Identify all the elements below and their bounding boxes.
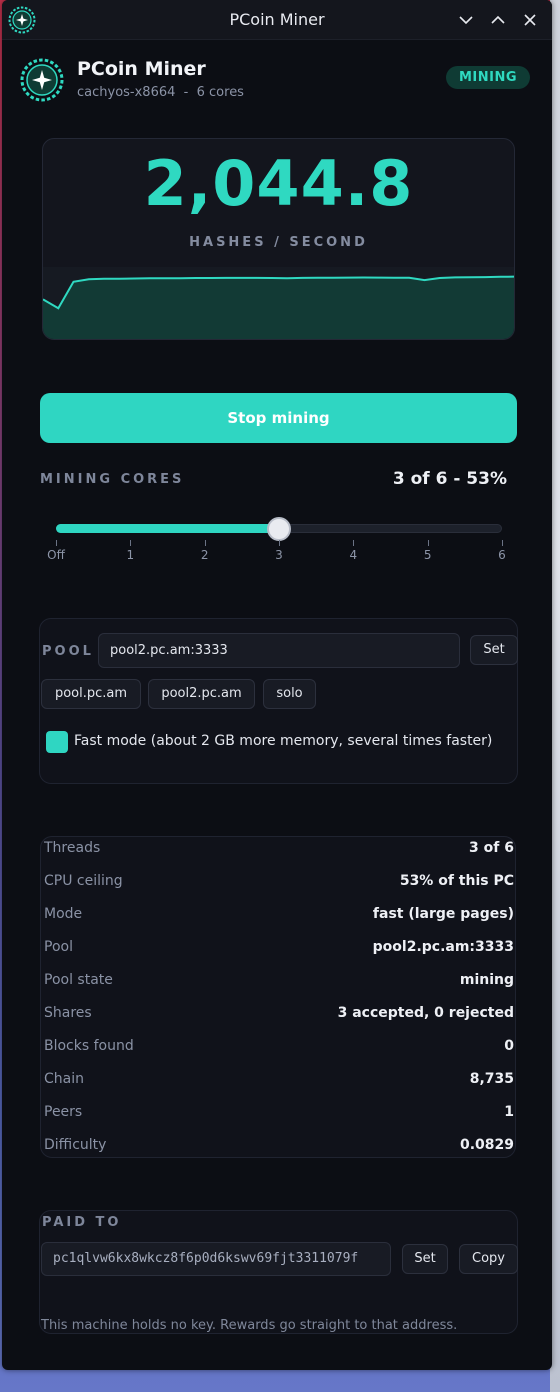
- cores-slider[interactable]: Off 1 2 3 4 5 6: [47, 517, 506, 562]
- core-count: 6 cores: [196, 85, 244, 100]
- slider-tick: [279, 540, 280, 546]
- app-logo-icon: [20, 58, 64, 102]
- slider-tick: [353, 540, 355, 546]
- stat-row: Mode fast (large pages): [44, 906, 514, 928]
- stat-row: CPU ceiling 53% of this PC: [44, 873, 514, 895]
- stat-row: Pool state mining: [44, 972, 514, 994]
- paid-to-label: PAID TO: [42, 1215, 122, 1230]
- hashrate-unit: HASHES / SECOND: [189, 235, 368, 250]
- fast-mode-checkbox[interactable]: [46, 731, 68, 753]
- stat-row: Pool pool2.pc.am:3333: [44, 939, 514, 961]
- pool-preset-pool[interactable]: pool.pc.am: [41, 679, 141, 709]
- stat-value: pool2.pc.am:3333: [372, 939, 514, 955]
- slider-tick-label: Off: [47, 548, 65, 562]
- stat-value: 3 accepted, 0 rejected: [337, 1005, 514, 1021]
- stat-key: CPU ceiling: [44, 873, 123, 889]
- stat-row: Threads 3 of 6: [44, 840, 514, 862]
- host-name: cachyos-x8664: [77, 85, 176, 100]
- stat-row: Blocks found 0: [44, 1038, 514, 1060]
- stop-mining-button[interactable]: Stop mining: [40, 393, 517, 443]
- stat-row: Chain 8,735: [44, 1071, 514, 1093]
- stat-key: Peers: [44, 1104, 83, 1120]
- stat-value: fast (large pages): [372, 906, 514, 922]
- hashrate-value: 2,044.8: [143, 147, 414, 220]
- host-separator: -: [183, 85, 189, 100]
- slider-tick-label: 2: [200, 548, 209, 562]
- slider-tick: [204, 540, 206, 546]
- copy-address-button[interactable]: Copy: [459, 1244, 518, 1274]
- pool-input[interactable]: pool2.pc.am:3333: [98, 633, 460, 668]
- stat-value: 1: [504, 1104, 514, 1120]
- pool-preset-solo[interactable]: solo: [263, 679, 316, 709]
- chevron-up-icon: [491, 15, 505, 24]
- close-icon: [524, 14, 536, 26]
- stat-key: Pool state: [44, 972, 113, 988]
- sparkline-area: [43, 276, 514, 339]
- stats-card: Threads 3 of 6 CPU ceiling 53% of this PC …: [40, 836, 516, 1158]
- app-window: PCoin Miner PCoin Miner cachyos-x8664 - …: [2, 0, 552, 1370]
- app-header: PCoin Miner cachyos-x8664 - 6 cores MINI…: [20, 56, 530, 106]
- slider-tick: [502, 540, 503, 546]
- maximize-button[interactable]: [486, 8, 510, 32]
- address-set-button[interactable]: Set: [402, 1244, 448, 1274]
- slider-tick-label: 1: [126, 548, 135, 562]
- slider-tick: [427, 540, 429, 546]
- app-name: PCoin Miner: [77, 58, 206, 80]
- stat-key: Pool: [44, 939, 73, 955]
- stat-value: 0.0829: [459, 1137, 514, 1153]
- paid-to-note: This machine holds no key. Rewards go st…: [41, 1318, 458, 1333]
- slider-tick-label: 4: [349, 548, 358, 562]
- stat-key: Blocks found: [44, 1038, 134, 1054]
- slider-tick: [56, 540, 57, 546]
- stat-key: Shares: [44, 1005, 92, 1021]
- slider-tick-label: 3: [275, 548, 283, 562]
- chevron-down-icon: [459, 16, 473, 25]
- slider-tick-label: 5: [423, 548, 432, 562]
- slider-tick: [130, 540, 132, 546]
- stat-key: Mode: [44, 906, 83, 922]
- slider-fill: [56, 524, 279, 533]
- slider-tick-label: 6: [498, 548, 506, 562]
- paid-to-card: PAID TO pc1qlvw6kx8wkcz8f6p0d6kswv69fjt3…: [39, 1210, 518, 1334]
- slider-thumb[interactable]: [267, 517, 291, 541]
- stat-value: 3 of 6: [469, 840, 514, 856]
- address-input[interactable]: pc1qlvw6kx8wkcz8f6p0d6kswv69fjt3311079f: [41, 1242, 391, 1276]
- app-icon: [8, 6, 36, 34]
- stat-key: Threads: [44, 840, 101, 856]
- stat-row: Shares 3 accepted, 0 rejected: [44, 1005, 514, 1027]
- stat-key: Difficulty: [44, 1137, 107, 1153]
- stat-key: Chain: [44, 1071, 84, 1087]
- stat-row: Peers 1: [44, 1104, 514, 1126]
- pool-card: POOL pool2.pc.am:3333 Set pool.pc.am poo…: [39, 618, 518, 784]
- stat-value: 53% of this PC: [399, 873, 514, 889]
- hashrate-card: 2,044.8 HASHES / SECOND: [42, 138, 515, 340]
- slider-ticks: Off 1 2 3 4 5 6: [47, 540, 506, 562]
- mining-cores-label: MINING CORES: [40, 472, 185, 487]
- stat-value: mining: [459, 972, 514, 988]
- pool-set-button[interactable]: Set: [470, 635, 518, 665]
- mining-cores-value: 3 of 6 - 53%: [392, 469, 507, 489]
- minimize-button[interactable]: [454, 8, 478, 32]
- title-bar[interactable]: PCoin Miner: [2, 0, 552, 40]
- hashrate-sparkline: [43, 267, 514, 339]
- fast-mode-label: Fast mode (about 2 GB more memory, sever…: [74, 733, 493, 749]
- pool-preset-pool2[interactable]: pool2.pc.am: [148, 679, 255, 709]
- stat-value: 0: [504, 1038, 514, 1054]
- stat-value: 8,735: [469, 1071, 514, 1087]
- stat-row: Difficulty 0.0829: [44, 1137, 514, 1159]
- host-info: cachyos-x8664 - 6 cores: [77, 85, 244, 100]
- close-button[interactable]: [518, 8, 542, 32]
- status-badge: MINING: [445, 66, 530, 89]
- pool-label: POOL: [42, 644, 94, 659]
